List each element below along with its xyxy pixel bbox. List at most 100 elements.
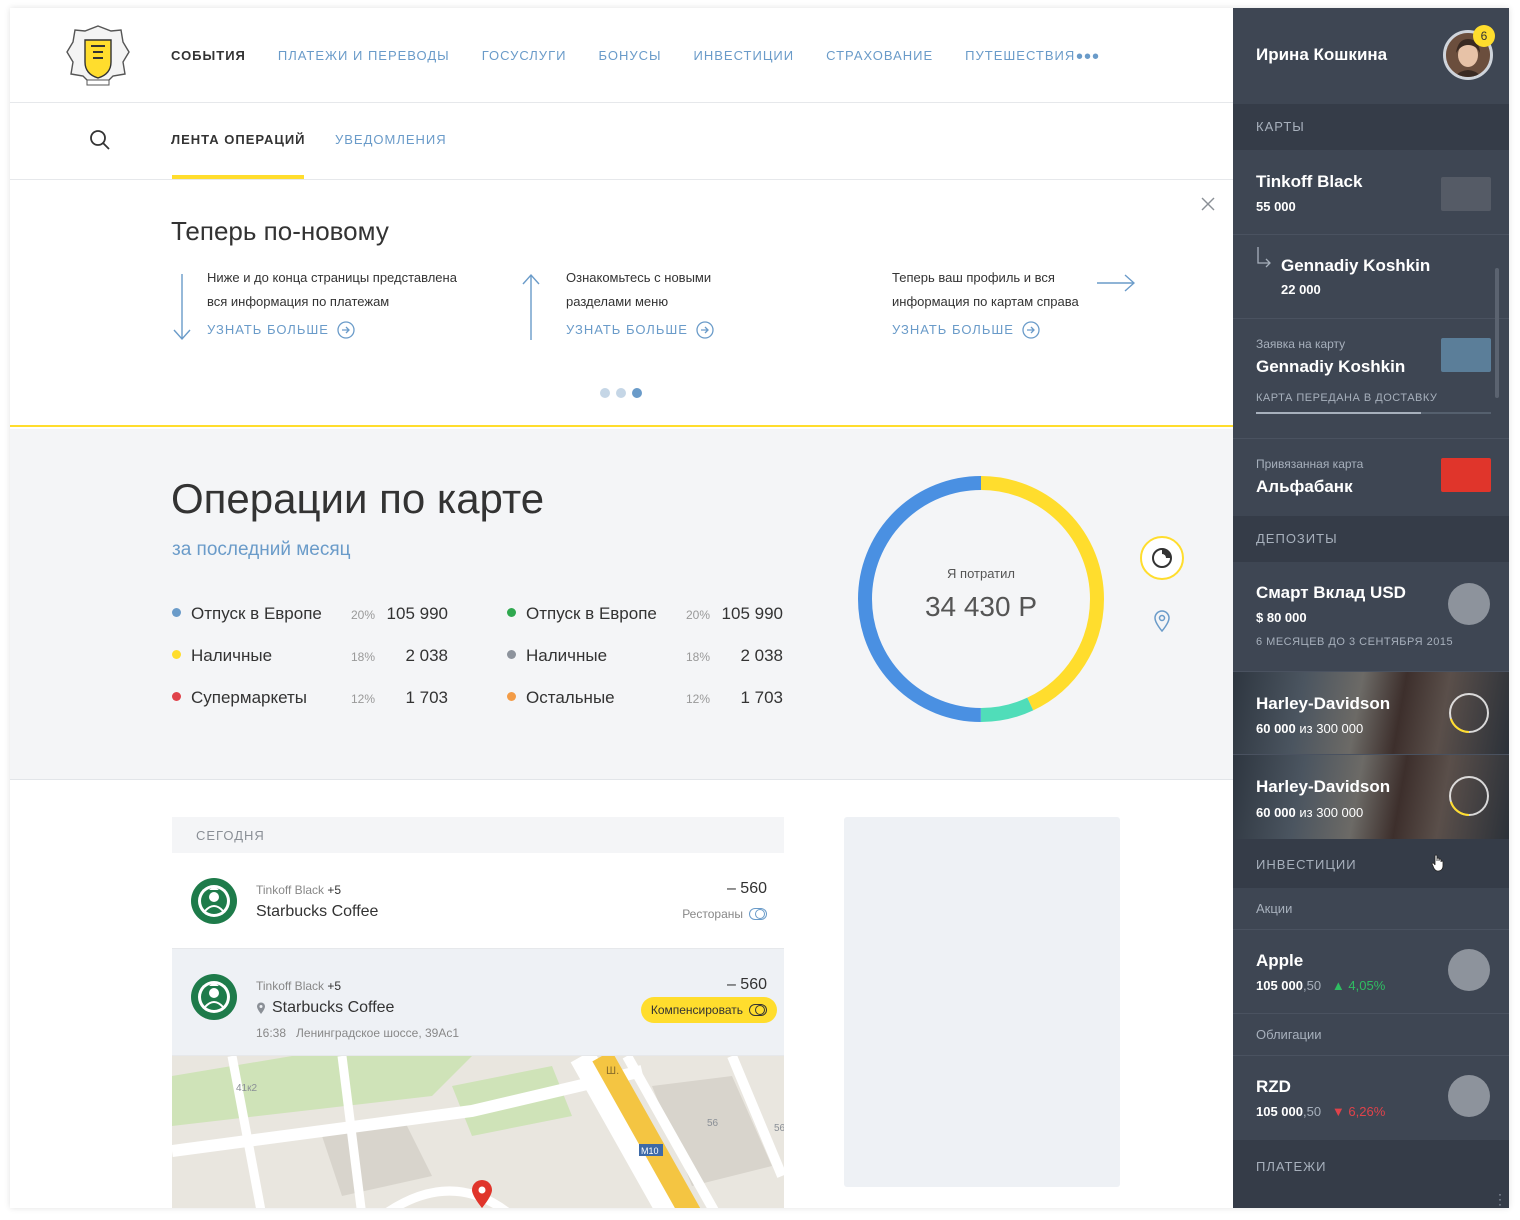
arrow-right-circle-icon	[337, 321, 355, 339]
learn-more-label: УЗНАТЬ БОЛЬШЕ	[892, 322, 1014, 337]
merchant-with-location: Starbucks Coffee	[256, 999, 394, 1017]
category-name: Отпуск в Европе	[191, 604, 322, 623]
nav-item-gov-services[interactable]: ГОСУСЛУГИ	[482, 48, 567, 63]
card-balance: 22 000	[1281, 282, 1321, 297]
category-item[interactable]: Наличные	[172, 646, 272, 666]
bond-name: RZD	[1256, 1077, 1291, 1096]
close-icon[interactable]	[1200, 196, 1216, 212]
starbucks-logo-icon	[191, 974, 237, 1020]
category-name: Отпуск в Европе	[526, 604, 657, 623]
category-amount: 2 038	[405, 646, 448, 665]
bond-item-rzd[interactable]: RZD 105 000,50 ▼ 6,26%	[1233, 1056, 1509, 1140]
card-holder-name: Gennadiy Koshkin	[1281, 256, 1431, 275]
deposit-amount: $ 80 000	[1256, 610, 1307, 625]
nav-more-button[interactable]: •••	[1076, 46, 1100, 69]
transaction-map[interactable]: M10 41к2 Ш. 56 56	[172, 1056, 784, 1208]
transaction-time: 16:38	[256, 1026, 287, 1040]
linked-card-item[interactable]: Привязанная карта Альфабанк	[1233, 439, 1509, 516]
promo-tip-text: разделами меню	[566, 294, 669, 309]
category-amount: 2 038	[740, 646, 783, 665]
category-item[interactable]: Супермаркеты	[172, 688, 307, 708]
category-color-dot	[507, 608, 516, 618]
compensate-label: Компенсировать	[650, 1003, 743, 1017]
card-item-tinkoff-black[interactable]: Tinkoff Black 55 000	[1233, 150, 1509, 235]
main-content: СОБЫТИЯ ПЛАТЕЖИ И ПЕРЕВОДЫ ГОСУСЛУГИ БОН…	[10, 8, 1233, 1208]
category-color-dot	[507, 692, 516, 702]
nav-item-investments[interactable]: ИНВЕСТИЦИИ	[694, 48, 795, 63]
card-name: Tinkoff Black	[256, 979, 325, 993]
transaction-row[interactable]: Tinkoff Black +5 Starbucks Coffee – 560 …	[172, 853, 784, 949]
carousel-dot[interactable]	[616, 388, 626, 398]
map-pin-icon[interactable]	[1152, 609, 1172, 633]
bank-logo[interactable]	[63, 22, 133, 88]
cursor-hand-icon	[1431, 854, 1444, 872]
arrow-right-icon	[1097, 274, 1135, 292]
carousel-dots	[600, 388, 642, 398]
tab-operations-feed[interactable]: ЛЕНТА ОПЕРАЦИЙ	[171, 132, 306, 147]
category-amount: 1 703	[740, 688, 783, 707]
category-name: Остальные	[526, 688, 615, 707]
stock-item-apple[interactable]: Apple 105 000,50 ▲ 4,05%	[1233, 930, 1509, 1014]
bonus-points: +5	[327, 883, 342, 897]
delivery-progress-fill	[1256, 412, 1421, 414]
goal-name: Harley-Davidson	[1256, 777, 1391, 796]
stock-price-cents: ,50	[1303, 978, 1322, 993]
transaction-address: Ленинградское шоссе, 39Ас1	[296, 1026, 460, 1040]
top-navigation: СОБЫТИЯ ПЛАТЕЖИ И ПЕРЕВОДЫ ГОСУСЛУГИ БОН…	[10, 8, 1233, 103]
promo-tip-text: Ознакомьтесь с новыми	[566, 270, 712, 285]
bond-change: 6,26%	[1348, 1104, 1386, 1119]
carousel-dot-active[interactable]	[632, 388, 642, 398]
category-item[interactable]: Остальные	[507, 688, 615, 708]
goal-target: 300 000	[1316, 721, 1364, 736]
active-tab-indicator	[172, 175, 304, 179]
card-request-item[interactable]: Заявка на карту Gennadiy Koshkin КАРТА П…	[1233, 319, 1509, 439]
promo-tip-text: информация по картам справа	[892, 294, 1079, 309]
savings-goal-item[interactable]: Harley-Davidson 60 000 из 300 000	[1233, 672, 1509, 755]
learn-more-link[interactable]: УЗНАТЬ БОЛЬШЕ	[566, 318, 714, 342]
search-icon[interactable]	[88, 128, 112, 152]
category-color-dot	[172, 692, 181, 702]
compensate-button[interactable]: Компенсировать	[640, 997, 777, 1023]
transaction-category[interactable]: Рестораны	[682, 907, 767, 921]
nav-item-events[interactable]: СОБЫТИЯ	[171, 48, 246, 63]
deposit-item-smart-usd[interactable]: Смарт Вклад USD $ 80 000 6 МЕСЯЦЕВ ДО 3 …	[1233, 562, 1509, 672]
nav-item-travel[interactable]: ПУТЕШЕСТВИЯ	[965, 48, 1075, 63]
more-dots-icon[interactable]: · · ·	[1498, 1188, 1502, 1208]
subsection-bonds: Облигации	[1233, 1014, 1509, 1056]
carousel-dot[interactable]	[600, 388, 610, 398]
card-item-secondary[interactable]: Gennadiy Koshkin 22 000	[1233, 235, 1509, 319]
savings-goal-item[interactable]: Harley-Davidson 60 000 из 300 000	[1233, 755, 1509, 839]
transaction-row-expanded[interactable]: Tinkoff Black +5 Starbucks Coffee 16:38 …	[172, 949, 784, 1056]
learn-more-link[interactable]: УЗНАТЬ БОЛЬШЕ	[207, 318, 457, 342]
nav-item-payments[interactable]: ПЛАТЕЖИ И ПЕРЕВОДЫ	[278, 48, 450, 63]
tab-notifications[interactable]: УВЕДОМЛЕНИЯ	[335, 132, 447, 147]
category-item[interactable]: Наличные	[507, 646, 607, 666]
category-item[interactable]: Отпуск в Европе	[172, 604, 322, 624]
goal-name: Harley-Davidson	[1256, 694, 1391, 713]
learn-more-link[interactable]: УЗНАТЬ БОЛЬШЕ	[892, 318, 1079, 342]
nav-item-insurance[interactable]: СТРАХОВАНИЕ	[826, 48, 933, 63]
period-selector[interactable]: за последний месяц	[172, 539, 351, 561]
goal-of: из	[1299, 721, 1313, 736]
goal-progress-text: 60 000 из 300 000	[1256, 721, 1363, 736]
sidebar-scrollbar[interactable]	[1495, 268, 1499, 398]
user-name[interactable]: Ирина Кошкина	[1256, 45, 1387, 65]
sub-navigation: ЛЕНТА ОПЕРАЦИЙ УВЕДОМЛЕНИЯ	[10, 103, 1233, 180]
merchant-name: Starbucks Coffee	[256, 903, 379, 920]
up-triangle-icon: ▲	[1324, 978, 1345, 993]
card-holder-name: Gennadiy Koshkin	[1256, 357, 1406, 376]
promo-tip-profile: Теперь ваш профиль и вся информация по к…	[892, 266, 1079, 342]
stock-change: 4,05%	[1348, 978, 1386, 993]
stock-price: 105 000	[1256, 978, 1303, 993]
nav-item-bonuses[interactable]: БОНУСЫ	[598, 48, 661, 63]
chart-view-button[interactable]	[1140, 536, 1184, 580]
location-pin-icon	[257, 1002, 265, 1014]
transaction-amount: – 560	[726, 880, 767, 897]
goal-target: 300 000	[1316, 805, 1364, 820]
arrow-down-icon	[173, 274, 191, 341]
category-amount: 1 703	[405, 688, 448, 707]
deposit-icon	[1448, 583, 1490, 625]
arrow-right-circle-icon	[696, 321, 714, 339]
category-item[interactable]: Отпуск в Европе	[507, 604, 657, 624]
section-header-investments: ИНВЕСТИЦИИ	[1233, 839, 1509, 888]
